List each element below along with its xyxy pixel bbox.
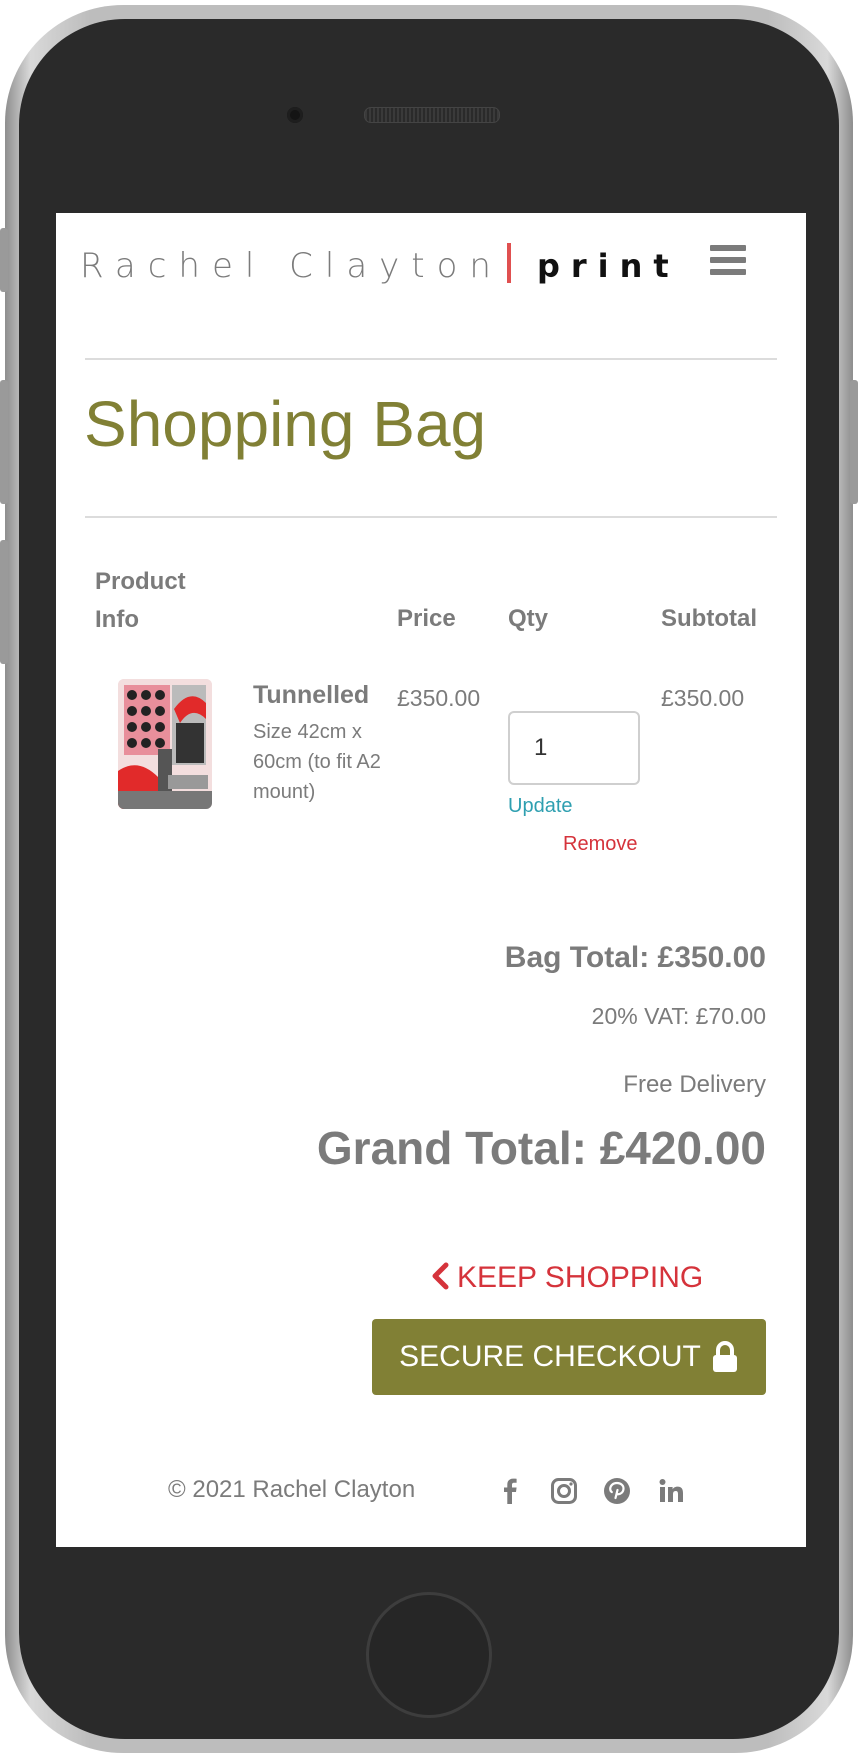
vat-amount: 20% VAT: £70.00 bbox=[591, 1003, 766, 1029]
instagram-icon[interactable] bbox=[550, 1477, 578, 1505]
phone-volume-up bbox=[0, 380, 8, 504]
phone-volume-down bbox=[0, 540, 8, 664]
header-product-line1: Product bbox=[95, 568, 186, 595]
remove-link[interactable]: Remove bbox=[563, 833, 637, 856]
copyright: © 2021 Rachel Clayton bbox=[168, 1476, 416, 1503]
secure-checkout-button[interactable]: SECURE CHECKOUT bbox=[372, 1319, 766, 1395]
page-title: Shopping Bag bbox=[84, 388, 487, 460]
phone-home-button[interactable] bbox=[366, 1592, 492, 1718]
header-divider bbox=[85, 358, 777, 360]
pinterest-icon[interactable] bbox=[603, 1477, 631, 1505]
title-divider bbox=[85, 516, 777, 518]
phone-camera bbox=[287, 107, 303, 123]
logo-name: Rachel Clayton bbox=[80, 246, 503, 286]
product-subtotal: £350.00 bbox=[661, 685, 745, 711]
phone-power-button bbox=[850, 380, 858, 504]
secure-checkout-label: SECURE CHECKOUT bbox=[399, 1340, 701, 1373]
site-logo[interactable]: Rachel Clayton print bbox=[80, 243, 680, 286]
header-subtotal: Subtotal bbox=[661, 605, 757, 632]
product-thumbnail[interactable] bbox=[118, 679, 212, 809]
linkedin-icon[interactable] bbox=[657, 1477, 685, 1505]
product-price: £350.00 bbox=[397, 685, 481, 711]
keep-shopping-label: KEEP SHOPPING bbox=[457, 1261, 704, 1294]
phone-side-button bbox=[0, 228, 8, 292]
screen: Rachel Clayton print Shopping Bag Product… bbox=[56, 213, 806, 1547]
keep-shopping-link[interactable]: KEEP SHOPPING bbox=[431, 1261, 703, 1295]
update-link[interactable]: Update bbox=[508, 795, 573, 818]
quantity-input[interactable] bbox=[508, 711, 640, 785]
logo-divider bbox=[506, 243, 511, 283]
product-name[interactable]: Tunnelled bbox=[253, 681, 369, 710]
hamburger-icon[interactable] bbox=[710, 245, 746, 275]
header-product-line2: Info bbox=[95, 606, 139, 633]
delivery-info: Free Delivery bbox=[623, 1071, 766, 1098]
facebook-icon[interactable] bbox=[496, 1477, 524, 1505]
logo-print: print bbox=[536, 247, 680, 285]
chevron-left-icon bbox=[432, 1262, 449, 1290]
header-price: Price bbox=[397, 605, 456, 632]
header-product: Product Info bbox=[95, 563, 186, 639]
grand-total: Grand Total: £420.00 bbox=[316, 1122, 766, 1174]
bag-total: Bag Total: £350.00 bbox=[504, 941, 766, 974]
lock-icon bbox=[712, 1341, 737, 1372]
product-size: Size 42cm x 60cm (to fit A2 mount) bbox=[253, 721, 381, 803]
phone-speaker bbox=[364, 107, 500, 123]
header-qty: Qty bbox=[508, 605, 549, 632]
